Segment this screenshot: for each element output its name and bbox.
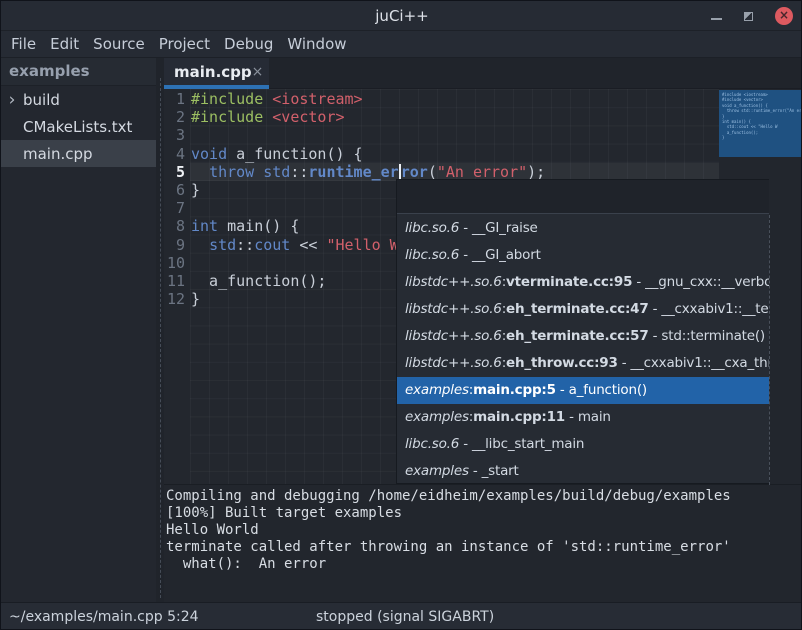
terminal-line: [100%] Built target examples [166,505,802,522]
menu-item-project[interactable]: Project [152,31,217,58]
sidebar-item-build[interactable]: ›build [1,86,156,113]
minimize-icon[interactable] [711,18,722,20]
line-number: 9 [164,236,190,254]
backtrace-item[interactable]: libc.so.6 - __libc_start_main [397,431,769,458]
line-number: 7 [164,199,190,217]
close-icon[interactable]: × [775,7,793,25]
tab-bar: main.cpp × [164,58,802,89]
map-line: } [722,135,801,140]
code-line-2: #include <vector> [191,108,719,126]
code-line-3 [191,126,719,144]
maximize-icon[interactable] [744,12,753,21]
backtrace-item[interactable]: examples - _start [397,458,769,485]
line-number: 5 [164,163,190,181]
title-bar[interactable]: juCi++ × [1,1,802,31]
terminal-line: Compiling and debugging /home/eidheim/ex… [166,488,802,505]
menu-item-window[interactable]: Window [280,31,353,58]
terminal-line: what(): An error [166,556,802,573]
backtrace-list: libc.so.6 - __GI_raiselibc.so.6 - __GI_a… [397,215,770,485]
juci-window: juCi++ × FileEditSourceProjectDebugWindo… [0,0,802,630]
window-controls: × [711,1,793,31]
debug-status: stopped (signal SIGABRT) [316,603,494,630]
tree-item-label: main.cpp [23,145,93,163]
source-map-slider[interactable]: #include <iostream>#include <vector>void… [719,90,801,157]
line-number: 1 [164,90,190,108]
tab-label: main.cpp [174,63,252,81]
sidebar-item-main-cpp[interactable]: main.cpp [1,140,156,167]
backtrace-item[interactable]: libstdc++.so.6:eh_terminate.cc:57 - std:… [397,323,769,350]
menu-item-edit[interactable]: Edit [43,31,86,58]
line-number: 12 [164,290,190,308]
menu-item-debug[interactable]: Debug [217,31,280,58]
status-bar: ~/examples/main.cpp 5:24 stopped (signal… [1,602,802,630]
pane-divider[interactable] [156,58,164,602]
backtrace-item[interactable]: examples:main.cpp:5 - a_function() [397,377,769,404]
tree-item-label: CMakeLists.txt [23,118,132,136]
backtrace-item[interactable]: examples:main.cpp:11 - main [397,404,769,431]
tab-main-cpp[interactable]: main.cpp × [164,58,269,89]
terminal-line: terminate called after throwing an insta… [166,539,802,556]
line-number: 8 [164,217,190,235]
menu-item-file[interactable]: File [4,31,43,58]
backtrace-item[interactable]: libstdc++.so.6:vterminate.cc:95 - __gnu_… [397,269,769,296]
map-line: throw std::runtime_error("An error"); [722,108,801,113]
file-explorer-sidebar: examples ›build CMakeLists.txt main.cpp [1,58,156,602]
tree-item-label: build [23,91,60,109]
menu-bar: FileEditSourceProjectDebugWindow [1,31,802,58]
file-tree: ›build CMakeLists.txt main.cpp [1,86,156,167]
code-line-4: void a_function() { [191,145,719,163]
line-number: 11 [164,272,190,290]
chevron-right-icon[interactable]: › [1,88,23,112]
code-line-1: #include <iostream> [191,90,719,108]
line-number: 10 [164,254,190,272]
sidebar-item-cmakelists-txt[interactable]: CMakeLists.txt [1,113,156,140]
menu-item-source[interactable]: Source [86,31,152,58]
backtrace-item[interactable]: libc.so.6 - __GI_raise [397,215,769,242]
tab-close-icon[interactable]: × [252,65,264,79]
backtrace-popup: libc.so.6 - __GI_raiselibc.so.6 - __GI_a… [396,179,769,484]
line-number: 6 [164,181,190,199]
terminal-line: Hello World [166,522,802,539]
backtrace-popup-header [397,180,769,214]
backtrace-item[interactable]: libc.so.6 - __GI_abort [397,242,769,269]
line-number: 4 [164,145,190,163]
line-number: 3 [164,126,190,144]
build-output-terminal[interactable]: Compiling and debugging /home/eidheim/ex… [164,484,802,602]
backtrace-item[interactable]: libstdc++.so.6:eh_terminate.cc:47 - __cx… [397,296,769,323]
line-number: 2 [164,108,190,126]
file-location-status: ~/examples/main.cpp 5:24 [9,603,199,630]
project-name-header: examples [1,58,156,86]
line-number-gutter: 123456789101112 [164,90,190,308]
window-title: juCi++ [375,7,428,25]
backtrace-item[interactable]: libstdc++.so.6:eh_throw.cc:93 - __cxxabi… [397,350,769,377]
